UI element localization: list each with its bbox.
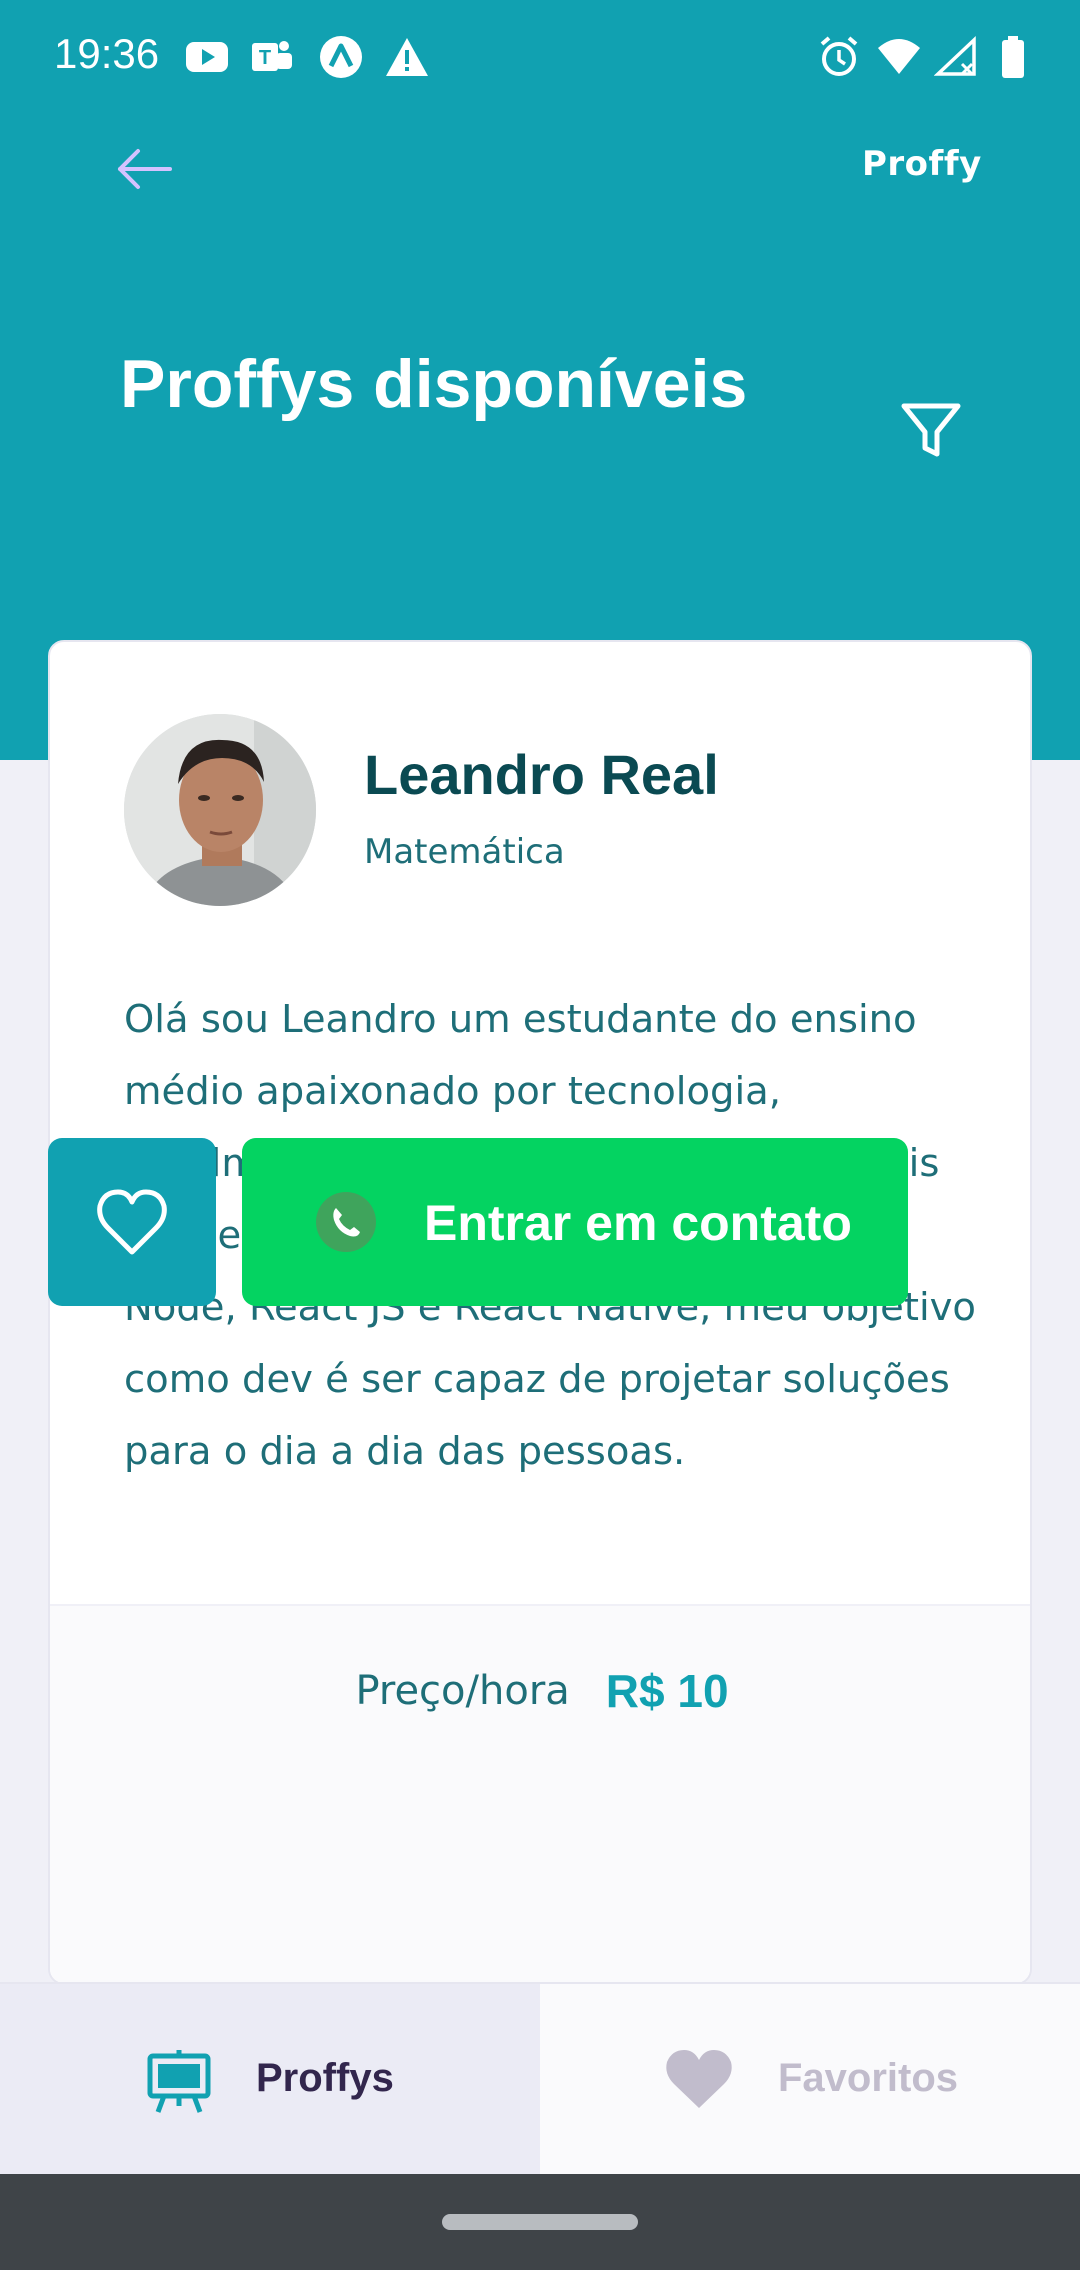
alarm-icon (820, 36, 858, 76)
tab-proffys[interactable]: Proffys (0, 1984, 540, 2174)
heart-outline-icon (97, 1189, 167, 1255)
system-nav-bar (0, 2174, 1080, 2270)
filter-icon[interactable] (896, 396, 966, 466)
teacher-name: Leandro Real (364, 743, 719, 806)
avatar (124, 714, 316, 906)
back-arrow-icon[interactable] (112, 136, 178, 202)
status-bar: 19:36 T (0, 0, 1080, 112)
easel-icon (147, 2050, 211, 2113)
heart-icon (666, 2050, 732, 2108)
home-gesture-bar[interactable] (442, 2214, 638, 2230)
card-footer: Preço/hora R$ 10 (50, 1604, 1030, 1983)
teams-icon: T (252, 41, 292, 71)
brand-logo: Proffy (862, 144, 982, 184)
warning-icon (386, 38, 428, 76)
page-title: Proffys disponíveis (120, 346, 748, 422)
wifi-icon (878, 39, 920, 74)
svg-text:T: T (259, 47, 271, 69)
tab-favoritos-label: Favoritos (778, 2056, 959, 2100)
teacher-subject: Matemática (364, 832, 565, 872)
youtube-icon (186, 42, 228, 72)
tab-bar: Proffys Favoritos (0, 1982, 1080, 2174)
contact-label: Entrar em contato (424, 1195, 852, 1251)
signal-icon (934, 35, 976, 76)
status-time: 19:36 (54, 30, 160, 77)
tab-favoritos[interactable]: Favoritos (540, 1984, 1080, 2174)
favorite-button[interactable] (48, 1138, 216, 1306)
app-a-icon (320, 36, 362, 78)
whatsapp-icon (316, 1192, 376, 1252)
price-label: Preço/hora (355, 1668, 570, 1714)
price-row: Preço/hora R$ 10 (50, 1664, 1030, 1718)
price-value: R$ 10 (605, 1665, 729, 1717)
tab-proffys-label: Proffys (256, 2056, 394, 2100)
battery-icon (1002, 36, 1024, 78)
teacher-card: Leandro Real Matemática Olá sou Leandro … (48, 640, 1032, 1985)
contact-button[interactable]: Entrar em contato (242, 1138, 908, 1306)
top-nav: Proffy (0, 112, 1080, 222)
